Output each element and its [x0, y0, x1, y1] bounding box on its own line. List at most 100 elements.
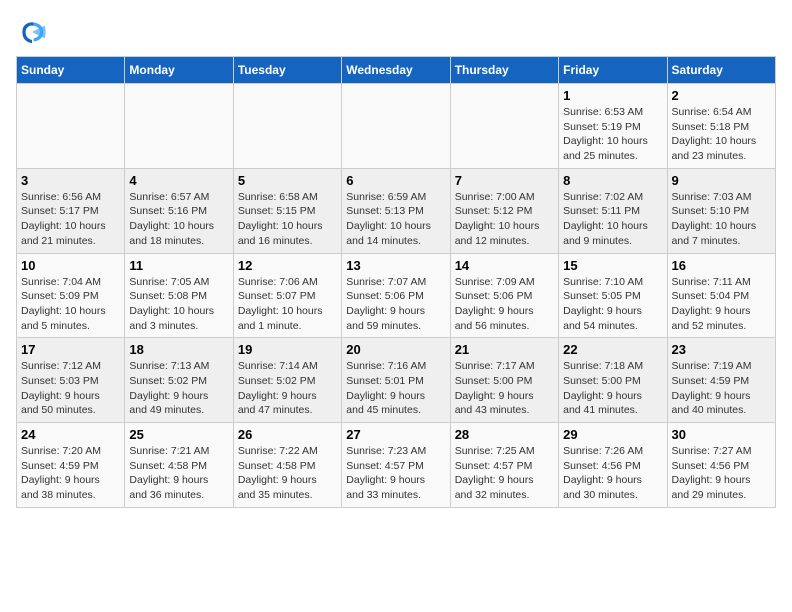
calendar-cell: 26 Sunrise: 7:22 AM Sunset: 4:58 PM Dayli… [233, 423, 341, 508]
day-info: Sunrise: 7:23 AM Sunset: 4:57 PM Dayligh… [346, 444, 445, 503]
calendar-cell: 19 Sunrise: 7:14 AM Sunset: 5:02 PM Dayli… [233, 338, 341, 423]
calendar-cell: 11 Sunrise: 7:05 AM Sunset: 5:08 PM Dayli… [125, 253, 233, 338]
day-number: 24 [21, 427, 120, 442]
weekday-header-monday: Monday [125, 57, 233, 84]
calendar-cell: 1 Sunrise: 6:53 AM Sunset: 5:19 PM Daylig… [559, 84, 667, 169]
calendar-week-row: 1 Sunrise: 6:53 AM Sunset: 5:19 PM Daylig… [17, 84, 776, 169]
calendar-cell: 21Sunrise: 7:17 AM Sunset: 5:00 PM Dayli… [450, 338, 558, 423]
day-info: Sunrise: 6:59 AM Sunset: 5:13 PM Dayligh… [346, 190, 445, 249]
calendar-week-row: 24 Sunrise: 7:20 AM Sunset: 4:59 PM Dayli… [17, 423, 776, 508]
day-number: 5 [238, 173, 337, 188]
weekday-header-saturday: Saturday [667, 57, 775, 84]
day-number: 14 [455, 258, 554, 273]
calendar-cell: 25Sunrise: 7:21 AM Sunset: 4:58 PM Dayli… [125, 423, 233, 508]
day-number: 7 [455, 173, 554, 188]
day-number: 13 [346, 258, 445, 273]
day-info: Sunrise: 7:12 AM Sunset: 5:03 PM Dayligh… [21, 359, 120, 418]
day-info: Sunrise: 7:14 AM Sunset: 5:02 PM Dayligh… [238, 359, 337, 418]
logo [16, 16, 54, 48]
calendar-cell [233, 84, 341, 169]
calendar-cell [450, 84, 558, 169]
day-info: Sunrise: 7:11 AM Sunset: 5:04 PM Dayligh… [672, 275, 771, 334]
day-number: 16 [672, 258, 771, 273]
calendar-cell: 30 Sunrise: 7:27 AM Sunset: 4:56 PM Dayli… [667, 423, 775, 508]
day-info: Sunrise: 7:17 AM Sunset: 5:00 PM Dayligh… [455, 359, 554, 418]
calendar-cell: 3 Sunrise: 6:56 AM Sunset: 5:17 PM Daylig… [17, 168, 125, 253]
calendar-cell: 5 Sunrise: 6:58 AM Sunset: 5:15 PM Daylig… [233, 168, 341, 253]
day-number: 8 [563, 173, 662, 188]
day-number: 18 [129, 342, 228, 357]
day-number: 26 [238, 427, 337, 442]
day-number: 1 [563, 88, 662, 103]
day-info: Sunrise: 7:09 AM Sunset: 5:06 PM Dayligh… [455, 275, 554, 334]
day-info: Sunrise: 6:54 AM Sunset: 5:18 PM Dayligh… [672, 105, 771, 164]
day-info: Sunrise: 7:10 AM Sunset: 5:05 PM Dayligh… [563, 275, 662, 334]
day-number: 23 [672, 342, 771, 357]
day-info: Sunrise: 7:19 AM Sunset: 4:59 PM Dayligh… [672, 359, 771, 418]
calendar-cell: 20Sunrise: 7:16 AM Sunset: 5:01 PM Dayli… [342, 338, 450, 423]
calendar-body: 1 Sunrise: 6:53 AM Sunset: 5:19 PM Daylig… [17, 84, 776, 508]
calendar-cell [342, 84, 450, 169]
day-info: Sunrise: 7:26 AM Sunset: 4:56 PM Dayligh… [563, 444, 662, 503]
day-number: 4 [129, 173, 228, 188]
day-info: Sunrise: 7:06 AM Sunset: 5:07 PM Dayligh… [238, 275, 337, 334]
calendar-cell: 13 Sunrise: 7:07 AM Sunset: 5:06 PM Dayli… [342, 253, 450, 338]
weekday-header-sunday: Sunday [17, 57, 125, 84]
calendar-cell: 18Sunrise: 7:13 AM Sunset: 5:02 PM Dayli… [125, 338, 233, 423]
weekday-header-thursday: Thursday [450, 57, 558, 84]
day-number: 15 [563, 258, 662, 273]
day-info: Sunrise: 7:03 AM Sunset: 5:10 PM Dayligh… [672, 190, 771, 249]
day-info: Sunrise: 7:18 AM Sunset: 5:00 PM Dayligh… [563, 359, 662, 418]
day-number: 19 [238, 342, 337, 357]
calendar-cell: 4 Sunrise: 6:57 AM Sunset: 5:16 PM Daylig… [125, 168, 233, 253]
day-number: 27 [346, 427, 445, 442]
day-number: 29 [563, 427, 662, 442]
day-info: Sunrise: 7:27 AM Sunset: 4:56 PM Dayligh… [672, 444, 771, 503]
calendar-cell: 16 Sunrise: 7:11 AM Sunset: 5:04 PM Dayli… [667, 253, 775, 338]
calendar-table: SundayMondayTuesdayWednesdayThursdayFrid… [16, 56, 776, 508]
calendar-cell [17, 84, 125, 169]
day-info: Sunrise: 6:56 AM Sunset: 5:17 PM Dayligh… [21, 190, 120, 249]
day-info: Sunrise: 7:07 AM Sunset: 5:06 PM Dayligh… [346, 275, 445, 334]
day-info: Sunrise: 7:22 AM Sunset: 4:58 PM Dayligh… [238, 444, 337, 503]
day-number: 20 [346, 342, 445, 357]
day-number: 17 [21, 342, 120, 357]
day-number: 6 [346, 173, 445, 188]
calendar-cell: 17 Sunrise: 7:12 AM Sunset: 5:03 PM Dayli… [17, 338, 125, 423]
calendar-cell: 27 Sunrise: 7:23 AM Sunset: 4:57 PM Dayli… [342, 423, 450, 508]
calendar-week-row: 10 Sunrise: 7:04 AM Sunset: 5:09 PM Dayli… [17, 253, 776, 338]
calendar-cell: 6 Sunrise: 6:59 AM Sunset: 5:13 PM Daylig… [342, 168, 450, 253]
weekday-header-friday: Friday [559, 57, 667, 84]
day-info: Sunrise: 7:00 AM Sunset: 5:12 PM Dayligh… [455, 190, 554, 249]
day-info: Sunrise: 7:04 AM Sunset: 5:09 PM Dayligh… [21, 275, 120, 334]
day-info: Sunrise: 7:05 AM Sunset: 5:08 PM Dayligh… [129, 275, 228, 334]
day-info: Sunrise: 7:25 AM Sunset: 4:57 PM Dayligh… [455, 444, 554, 503]
calendar-cell: 28Sunrise: 7:25 AM Sunset: 4:57 PM Dayli… [450, 423, 558, 508]
calendar-week-row: 3 Sunrise: 6:56 AM Sunset: 5:17 PM Daylig… [17, 168, 776, 253]
day-number: 12 [238, 258, 337, 273]
day-number: 9 [672, 173, 771, 188]
calendar-cell: 7 Sunrise: 7:00 AM Sunset: 5:12 PM Daylig… [450, 168, 558, 253]
calendar-cell: 8Sunrise: 7:02 AM Sunset: 5:11 PM Daylig… [559, 168, 667, 253]
calendar-cell [125, 84, 233, 169]
day-info: Sunrise: 6:53 AM Sunset: 5:19 PM Dayligh… [563, 105, 662, 164]
calendar-cell: 22 Sunrise: 7:18 AM Sunset: 5:00 PM Dayli… [559, 338, 667, 423]
calendar-cell: 10 Sunrise: 7:04 AM Sunset: 5:09 PM Dayli… [17, 253, 125, 338]
day-number: 3 [21, 173, 120, 188]
page-header [16, 16, 776, 48]
day-info: Sunrise: 6:58 AM Sunset: 5:15 PM Dayligh… [238, 190, 337, 249]
calendar-cell: 29 Sunrise: 7:26 AM Sunset: 4:56 PM Dayli… [559, 423, 667, 508]
day-number: 30 [672, 427, 771, 442]
day-info: Sunrise: 6:57 AM Sunset: 5:16 PM Dayligh… [129, 190, 228, 249]
logo-icon [16, 16, 48, 48]
day-number: 22 [563, 342, 662, 357]
calendar-week-row: 17 Sunrise: 7:12 AM Sunset: 5:03 PM Dayli… [17, 338, 776, 423]
calendar-cell: 14 Sunrise: 7:09 AM Sunset: 5:06 PM Dayli… [450, 253, 558, 338]
day-number: 10 [21, 258, 120, 273]
weekday-header-wednesday: Wednesday [342, 57, 450, 84]
day-info: Sunrise: 7:20 AM Sunset: 4:59 PM Dayligh… [21, 444, 120, 503]
weekday-header-tuesday: Tuesday [233, 57, 341, 84]
day-number: 11 [129, 258, 228, 273]
calendar-cell: 9 Sunrise: 7:03 AM Sunset: 5:10 PM Daylig… [667, 168, 775, 253]
day-number: 2 [672, 88, 771, 103]
